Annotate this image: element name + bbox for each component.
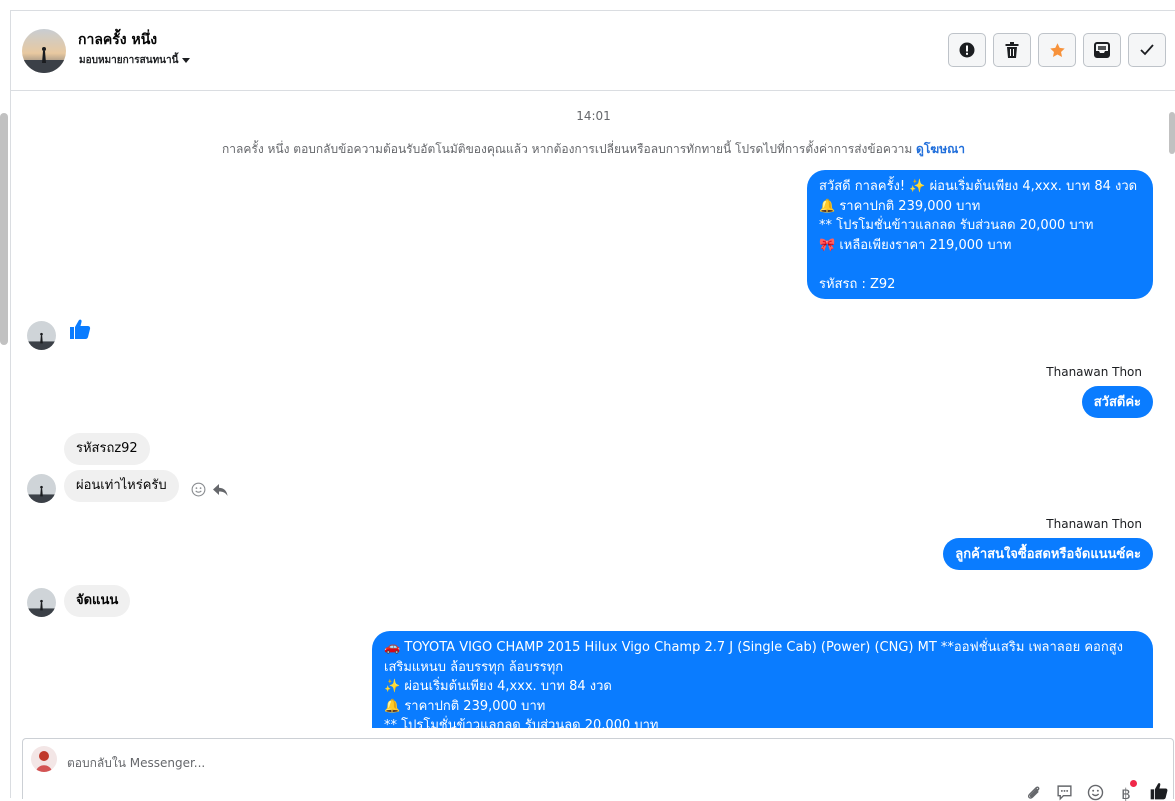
contact-avatar-small [27,474,56,503]
auto-reply-notice: กาลครั้ง หนึ่ง ตอบกลับข้อความต้อนรับอัตโ… [11,140,1175,159]
assign-label: มอบหมายการสนทนานี้ [79,55,179,66]
inbox-icon [1094,42,1110,58]
reply-icon[interactable] [212,482,228,501]
agent-message-bubble: 🚗 TOYOTA VIGO CHAMP 2015 Hilux Vigo Cham… [372,631,1153,728]
customer-message-bubble: จัดแนน [64,585,131,617]
agent-name: Thanawan Thon [1046,365,1142,379]
emoji-icon[interactable] [1087,784,1104,801]
view-ad-link[interactable]: ดูโฆษณา [916,142,965,156]
attach-icon[interactable] [1025,784,1042,801]
thumbs-up-icon [70,319,91,339]
react-emoji-icon[interactable] [191,482,206,501]
inbox-conversation: กาลครั้ง หนึ่ง มอบหมายการสนทนานี้ 14:01 … [10,10,1175,801]
delete-button[interactable] [993,33,1031,67]
trash-icon [1005,42,1019,58]
message-thread[interactable]: 14:01 กาลครั้ง หนึ่ง ตอบกลับข้อความต้อนร… [11,92,1175,728]
conversation-header: กาลครั้ง หนึ่ง มอบหมายการสนทนานี้ [11,11,1175,91]
agent-name: Thanawan Thon [1046,517,1142,531]
timestamp: 14:01 [576,109,611,123]
payment-icon[interactable]: ฿ [1118,780,1137,801]
customer-message-bubble: รหัสรถz92 [64,433,150,465]
contact-avatar[interactable] [22,29,66,73]
star-icon [1049,42,1065,57]
send-like-icon[interactable] [1149,781,1169,801]
notice-text: กาลครั้ง หนึ่ง ตอบกลับข้อความต้อนรับอัตโ… [222,142,917,156]
mark-spam-button[interactable] [948,33,986,67]
contact-avatar-small [27,588,56,617]
star-button[interactable] [1038,33,1076,67]
reply-composer[interactable]: ตอบกลับใน Messenger... ฿ [22,738,1174,801]
welcome-message-bubble: สวัสดี กาลครั้ง! ✨ ผ่อนเริ่มต้นเพียง 4,x… [807,170,1153,299]
like-sticker [68,317,92,345]
move-to-done-inbox-button[interactable] [1083,33,1121,67]
notification-dot [1130,780,1137,787]
left-scrollbar[interactable] [0,113,8,345]
customer-message-bubble: ผ่อนเท่าไหร่ครับ [64,470,179,502]
reply-input[interactable]: ตอบกลับใน Messenger... [67,754,205,773]
mark-done-button[interactable] [1128,33,1166,67]
page-avatar [31,746,57,772]
contact-name[interactable]: กาลครั้ง หนึ่ง [78,29,157,51]
svg-text:฿: ฿ [1121,785,1130,801]
contact-avatar-small [27,321,56,350]
assign-conversation-dropdown[interactable]: มอบหมายการสนทนานี้ [79,53,191,68]
agent-message-bubble: สวัสดีค่ะ [1081,386,1153,418]
caret-down-icon [182,57,191,63]
agent-message-bubble: ลูกค้าสนใจซื้อสดหรือจัดแนนซ์คะ [943,538,1153,570]
check-icon [1140,44,1154,56]
alert-icon [959,42,975,58]
saved-replies-icon[interactable] [1056,784,1073,801]
thread-scrollbar[interactable] [1168,92,1175,728]
